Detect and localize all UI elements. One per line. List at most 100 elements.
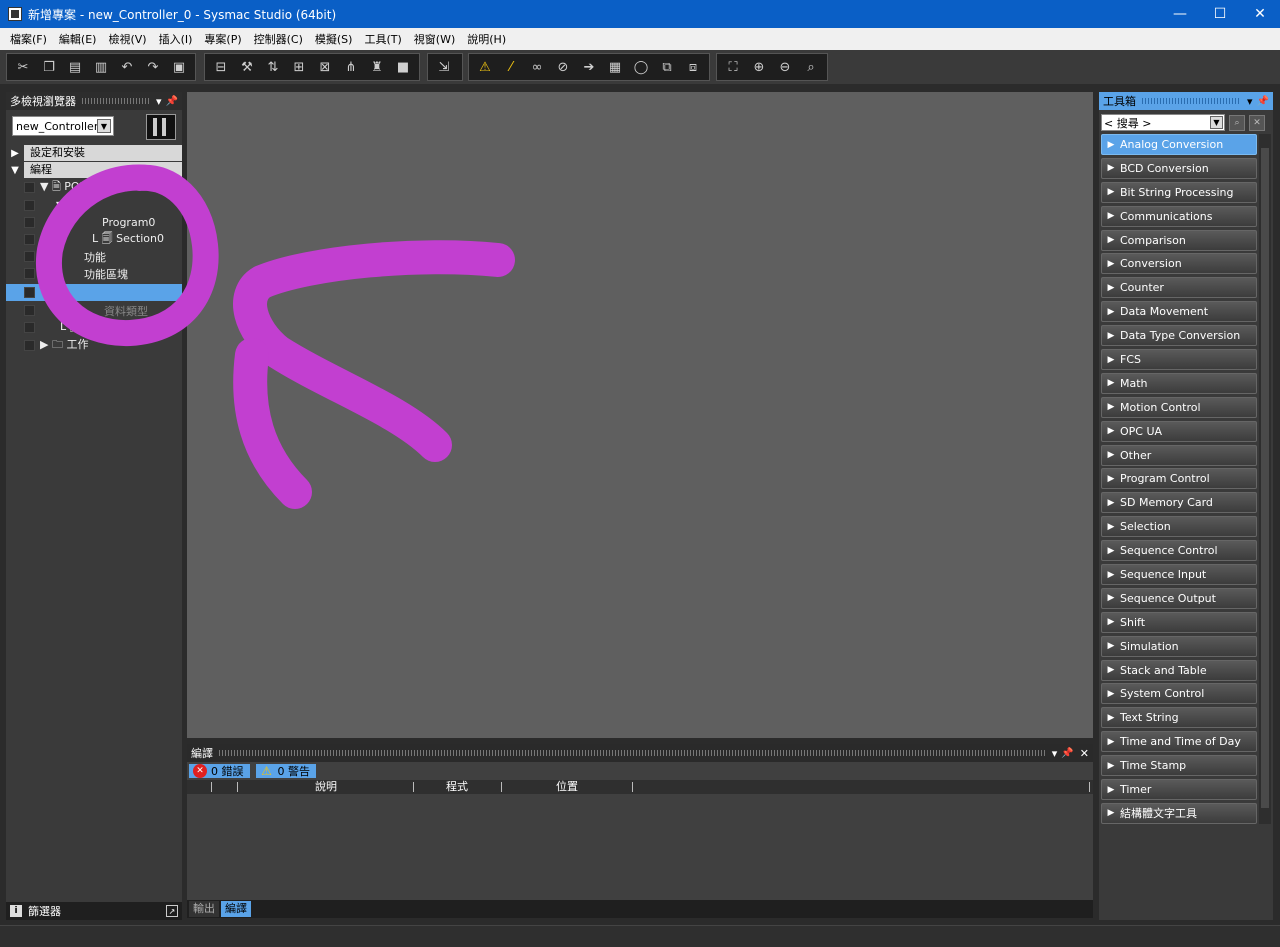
column-separator[interactable] [413,782,414,792]
warnings-filter[interactable]: ⚠ 0 警告 [255,764,316,778]
toolbox-item[interactable]: ▶ Shift [1101,611,1257,633]
transfer-icon[interactable]: ⊞ [289,57,309,77]
stop-icon[interactable]: ■ [393,57,413,77]
toolbox-scrollbar[interactable] [1259,134,1271,824]
controller-image[interactable] [146,114,176,140]
paste-icon[interactable]: ▤ [65,57,85,77]
tree-item-tasks[interactable]: ▶ 🗀 工作 [6,337,182,354]
tree-checkbox[interactable] [24,305,35,316]
column-program[interactable]: 程式 [446,780,468,794]
toolbox-item[interactable]: ▶ Sequence Control [1101,540,1257,562]
dropdown-icon[interactable]: ▾ [156,95,162,108]
toolbox-item[interactable]: ▶ Sequence Output [1101,587,1257,609]
toolbox-item[interactable]: ▶ Math [1101,372,1257,394]
column-location[interactable]: 位置 [556,780,578,794]
pin-icon[interactable]: 📌 [166,96,178,107]
toolbox-item[interactable]: ▶ Simulation [1101,635,1257,657]
zoom-area-icon[interactable]: ⌕ [801,57,821,77]
toolbox-item[interactable]: ▶ Time and Time of Day [1101,731,1257,753]
zoom-window-icon[interactable]: ⧉ [657,57,677,77]
tree-item-pou[interactable]: ▼ 🗎 POU [6,179,182,196]
menu-window[interactable]: 視窗(W) [408,31,461,47]
section-config-setup[interactable]: ▶ 設定和安裝 [6,145,182,161]
toolbox-item[interactable]: ▶ Sequence Input [1101,564,1257,586]
toolbox-item[interactable]: ▶ Data Type Conversion [1101,325,1257,347]
tree-item-function-blocks[interactable]: 功能區塊 [6,265,182,282]
axis-icon[interactable]: ⁄ [501,57,521,77]
tree-checkbox[interactable] [24,200,35,211]
toolbox-item[interactable]: ▶ Stack and Table [1101,659,1257,681]
column-description[interactable]: 說明 [315,780,337,794]
menu-simulation[interactable]: 模擬(S) [309,31,359,47]
undo-icon[interactable]: ↶ [117,57,137,77]
minimize-button[interactable]: — [1160,0,1200,28]
tree-checkbox[interactable] [24,340,35,351]
delete-icon[interactable]: ▥ [91,57,111,77]
filter-label[interactable]: 篩選器 [28,903,61,919]
restore-icon[interactable]: ⧈ [683,57,703,77]
expand-filter-icon[interactable]: ↗ [166,905,178,917]
toolbox-item[interactable]: ▶ BCD Conversion [1101,157,1257,179]
menu-tools[interactable]: 工具(T) [358,31,407,47]
tree-item-data-selected[interactable]: ▼ [6,284,182,301]
copy-icon[interactable]: ❐ [39,57,59,77]
column-separator[interactable] [632,782,633,792]
step-icon[interactable]: ➔ [579,57,599,77]
zoom-in-icon[interactable]: ⊕ [749,57,769,77]
toolbox-item[interactable]: ▶ OPC UA [1101,420,1257,442]
controller-select[interactable]: new_Controller_0 ▼ [12,116,114,136]
tab-build[interactable]: 編譯 [221,901,251,917]
toolbox-item[interactable]: ▶ Timer [1101,779,1257,801]
tree-item-programs[interactable]: ▼ [6,197,182,214]
scrollbar-thumb[interactable] [1261,148,1269,808]
fit-icon[interactable]: ⛶ [723,57,743,77]
toolbox-item[interactable]: ▶ Comparison [1101,229,1257,251]
tree-item-global-vars[interactable]: L 🗐 [6,319,182,336]
online-icon[interactable]: ⊟ [211,57,231,77]
unlink-icon[interactable]: ⊘ [553,57,573,77]
tree-item-functions[interactable]: 功能 [6,248,182,265]
toolbox-item[interactable]: ▶ Other [1101,444,1257,466]
menu-insert[interactable]: 插入(I) [153,31,199,47]
close-button[interactable]: ✕ [1240,0,1280,28]
tree-item-program0[interactable]: Program0 [6,214,182,231]
pin-icon[interactable]: 📌 [1061,748,1073,759]
compare-icon[interactable]: ⊠ [315,57,335,77]
menu-edit[interactable]: 編輯(E) [53,31,103,47]
menu-view[interactable]: 檢視(V) [102,31,152,47]
tree-item-section0[interactable]: L 🗐 Section0 [6,231,182,248]
toolbox-item[interactable]: ▶ Counter [1101,277,1257,299]
tree-checkbox[interactable] [24,234,35,245]
zoom-out-icon[interactable]: ⊖ [775,57,795,77]
cut-icon[interactable]: ✂ [13,57,33,77]
menu-controller[interactable]: 控制器(C) [248,31,309,47]
toolbox-item[interactable]: ▶ Selection [1101,516,1257,538]
build-icon[interactable]: ⚒ [237,57,257,77]
toolbox-item[interactable]: ▶ Bit String Processing [1101,181,1257,203]
sync-icon[interactable]: ⇅ [263,57,283,77]
chevron-down-icon[interactable]: ▼ [97,119,111,133]
expand-arrow-icon[interactable]: ▶ [6,148,24,159]
column-separator[interactable] [237,782,238,792]
toolbox-item[interactable]: ▶ System Control [1101,683,1257,705]
tab-output[interactable]: 輸出 [189,901,219,917]
column-separator[interactable] [1089,782,1090,792]
toolbox-item[interactable]: ▶ SD Memory Card [1101,492,1257,514]
tree-checkbox[interactable] [24,322,35,333]
collapse-arrow-icon[interactable]: ▼ [6,165,24,176]
link-icon[interactable]: ∞ [527,57,547,77]
tree-checkbox[interactable] [24,182,35,193]
column-separator[interactable] [211,782,212,792]
tree-item-data-types[interactable]: 資料類型 [6,302,182,319]
dropdown-icon[interactable]: ▾ [1052,747,1058,760]
toolbox-search-input[interactable]: < 搜尋 > ▼ [1101,114,1225,131]
layer-icon[interactable]: ▦ [605,57,625,77]
cross-ref-icon[interactable]: ⇲ [434,57,454,77]
tree-checkbox[interactable] [24,217,35,228]
tree-checkbox[interactable] [24,251,35,262]
dropdown-icon[interactable]: ▾ [1247,95,1253,108]
toolbox-item[interactable]: ▶ Time Stamp [1101,755,1257,777]
menu-project[interactable]: 專案(P) [198,31,247,47]
clear-search-icon[interactable]: ✕ [1249,114,1265,131]
tree-checkbox[interactable] [24,287,35,298]
